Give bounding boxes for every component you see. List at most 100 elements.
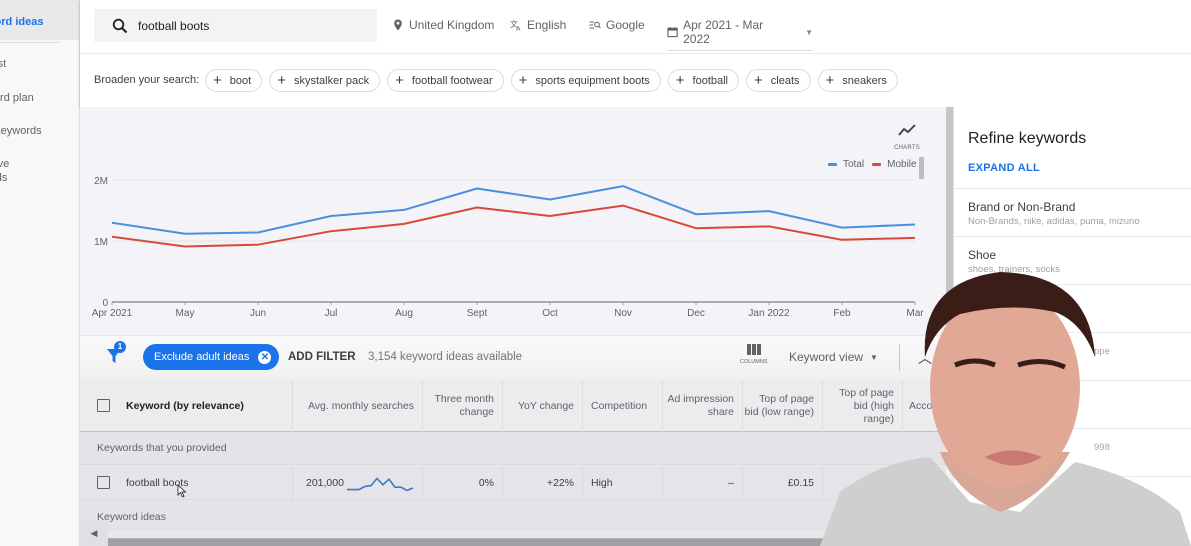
sidebar-item-negative-keywords-line2[interactable]: ords bbox=[0, 171, 79, 185]
data-point-mobile[interactable] bbox=[693, 225, 699, 231]
add-filter-button[interactable]: ADD FILTER bbox=[288, 351, 356, 363]
legend-item-total[interactable]: Total bbox=[828, 159, 864, 170]
toolbar-divider bbox=[899, 344, 900, 371]
data-point-total[interactable] bbox=[182, 231, 188, 237]
filter-bar: 1 Exclude adult ideas ✕ ADD FILTER 3,154… bbox=[80, 335, 946, 380]
legend-scrollbar[interactable] bbox=[919, 157, 924, 179]
sidebar-nav: word ideas cast word plan d keywords ati… bbox=[0, 0, 80, 546]
data-point-mobile[interactable] bbox=[766, 223, 772, 229]
x-tick-label: Dec bbox=[687, 308, 705, 319]
column-header-avg-monthly-searches[interactable]: Avg. monthly searches bbox=[292, 380, 422, 432]
data-point-total[interactable] bbox=[255, 229, 261, 235]
competition-cell: High bbox=[582, 466, 662, 500]
expand-all-button[interactable]: EXPAND ALL bbox=[968, 162, 1040, 174]
date-range-selector[interactable]: Apr 2021 - Mar 2022 ▼ bbox=[667, 18, 813, 51]
broaden-chip[interactable]: + football bbox=[667, 69, 740, 92]
broaden-chip[interactable]: + sports equipment boots bbox=[510, 69, 661, 92]
broaden-chip[interactable]: + skystalker pack bbox=[269, 69, 381, 92]
column-header-yoy-change[interactable]: YoY change bbox=[502, 380, 582, 432]
horizontal-scrollbar-thumb[interactable] bbox=[108, 539, 823, 546]
data-point-total[interactable] bbox=[547, 197, 553, 203]
network-selector[interactable]: Google bbox=[589, 18, 645, 32]
sidebar-item-keyword-plan[interactable]: word plan bbox=[0, 91, 79, 105]
keyword-search-input[interactable]: football boots bbox=[94, 9, 377, 42]
columns-button[interactable]: COLUMNS bbox=[740, 344, 768, 365]
data-point-total[interactable] bbox=[693, 211, 699, 217]
x-tick-label: May bbox=[176, 308, 195, 319]
refine-group-subtitle: shoes, trainers, socks bbox=[968, 264, 1060, 275]
refine-group-shoe[interactable]: Shoe shoes, trainers, socks bbox=[954, 236, 1191, 284]
data-point-mobile[interactable] bbox=[401, 221, 407, 227]
table-row[interactable]: football boots 201,000 0% +22% High – £0… bbox=[80, 466, 946, 500]
data-point-mobile[interactable] bbox=[328, 228, 334, 234]
refine-group[interactable] bbox=[954, 380, 1191, 428]
data-point-mobile[interactable] bbox=[109, 234, 115, 240]
column-header-account[interactable]: Account bbox=[902, 380, 946, 432]
broaden-chip[interactable]: + boot bbox=[205, 69, 263, 92]
search-icon bbox=[112, 18, 128, 33]
sidebar-item-saved-keywords[interactable]: d keywords bbox=[0, 124, 79, 138]
data-point-mobile[interactable] bbox=[620, 203, 626, 209]
keyword-view-dropdown[interactable]: Keyword view ▼ bbox=[789, 350, 878, 364]
data-point-mobile[interactable] bbox=[255, 242, 261, 248]
data-point-mobile[interactable] bbox=[912, 235, 918, 241]
sidebar-item-negative-keywords-line1[interactable]: ative bbox=[0, 157, 79, 171]
refine-group[interactable] bbox=[954, 476, 1191, 524]
data-point-total[interactable] bbox=[474, 186, 480, 192]
column-header-competition[interactable]: Competition bbox=[582, 380, 662, 432]
data-point-mobile[interactable] bbox=[547, 213, 553, 219]
legend-item-mobile[interactable]: Mobile bbox=[872, 159, 917, 170]
refine-group-brand[interactable]: Brand or Non-Brand Non-Brands, nike, adi… bbox=[954, 188, 1191, 236]
data-point-total[interactable] bbox=[620, 183, 626, 189]
series-line-total[interactable] bbox=[111, 185, 916, 235]
x-tick-label: Sept bbox=[467, 308, 488, 319]
column-header-keyword[interactable]: Keyword (by relevance) bbox=[80, 380, 292, 432]
column-header-ad-impression-share[interactable]: Ad impression share bbox=[662, 380, 742, 432]
broaden-chip[interactable]: + sneakers bbox=[817, 69, 898, 92]
remove-filter-icon[interactable]: ✕ bbox=[258, 350, 272, 364]
columns-label: COLUMNS bbox=[740, 359, 768, 365]
data-point-total[interactable] bbox=[839, 225, 845, 231]
x-tick-label: Aug bbox=[395, 308, 413, 319]
chip-label: football footwear bbox=[411, 74, 493, 87]
x-tick-label: Jul bbox=[325, 308, 338, 319]
charts-button[interactable]: CHARTS bbox=[892, 122, 922, 151]
legend-swatch-mobile bbox=[872, 163, 882, 166]
sidebar-item-discover-keyword-ideas[interactable]: word ideas bbox=[0, 0, 79, 40]
mouse-cursor-icon bbox=[177, 484, 187, 498]
columns-icon bbox=[740, 344, 768, 355]
scroll-left-button[interactable]: ◀ bbox=[80, 520, 108, 546]
column-header-bid-high[interactable]: Top of page bid (high range) bbox=[822, 380, 902, 432]
group-header-provided: Keywords that you provided bbox=[80, 432, 946, 465]
broaden-chip[interactable]: + cleats bbox=[746, 69, 811, 92]
view-select-value: Keyword view bbox=[789, 350, 864, 364]
date-range-label: Apr 2021 - Mar 2022 bbox=[683, 18, 764, 46]
refine-group-title: Brand or Non-Brand bbox=[968, 200, 1076, 214]
broaden-chip[interactable]: + football footwear bbox=[387, 69, 504, 92]
active-filter-chip[interactable]: Exclude adult ideas ✕ bbox=[143, 344, 280, 370]
plus-icon: + bbox=[518, 72, 528, 89]
data-point-total[interactable] bbox=[766, 208, 772, 214]
language-selector[interactable]: 文A English bbox=[510, 18, 566, 32]
data-point-total[interactable] bbox=[109, 220, 115, 226]
data-point-total[interactable] bbox=[328, 213, 334, 219]
x-tick-label: Jan 2022 bbox=[748, 308, 790, 319]
column-header-three-month-change[interactable]: Three month change bbox=[422, 380, 502, 432]
data-point-total[interactable] bbox=[401, 207, 407, 213]
refine-group[interactable]: C bbox=[954, 284, 1191, 332]
data-point-mobile[interactable] bbox=[474, 204, 480, 210]
main-vertical-scrollbar[interactable] bbox=[946, 107, 953, 337]
column-header-bid-low[interactable]: Top of page bid (low range) bbox=[742, 380, 822, 432]
collapse-chevron-up-icon[interactable]: ︿ bbox=[918, 348, 932, 368]
trend-sparkline bbox=[347, 477, 414, 492]
sidebar-item-forecast[interactable]: cast bbox=[0, 57, 79, 71]
refine-group-subtitle: ppe bbox=[1094, 346, 1110, 357]
data-point-mobile[interactable] bbox=[839, 237, 845, 243]
data-point-mobile[interactable] bbox=[182, 243, 188, 249]
refine-group[interactable]: 998 bbox=[954, 428, 1191, 476]
refine-group[interactable]: ppe bbox=[954, 332, 1191, 380]
chip-label: sneakers bbox=[842, 74, 887, 87]
series-line-mobile[interactable] bbox=[111, 204, 916, 248]
data-point-total[interactable] bbox=[912, 222, 918, 228]
location-selector[interactable]: United Kingdom bbox=[392, 18, 494, 32]
